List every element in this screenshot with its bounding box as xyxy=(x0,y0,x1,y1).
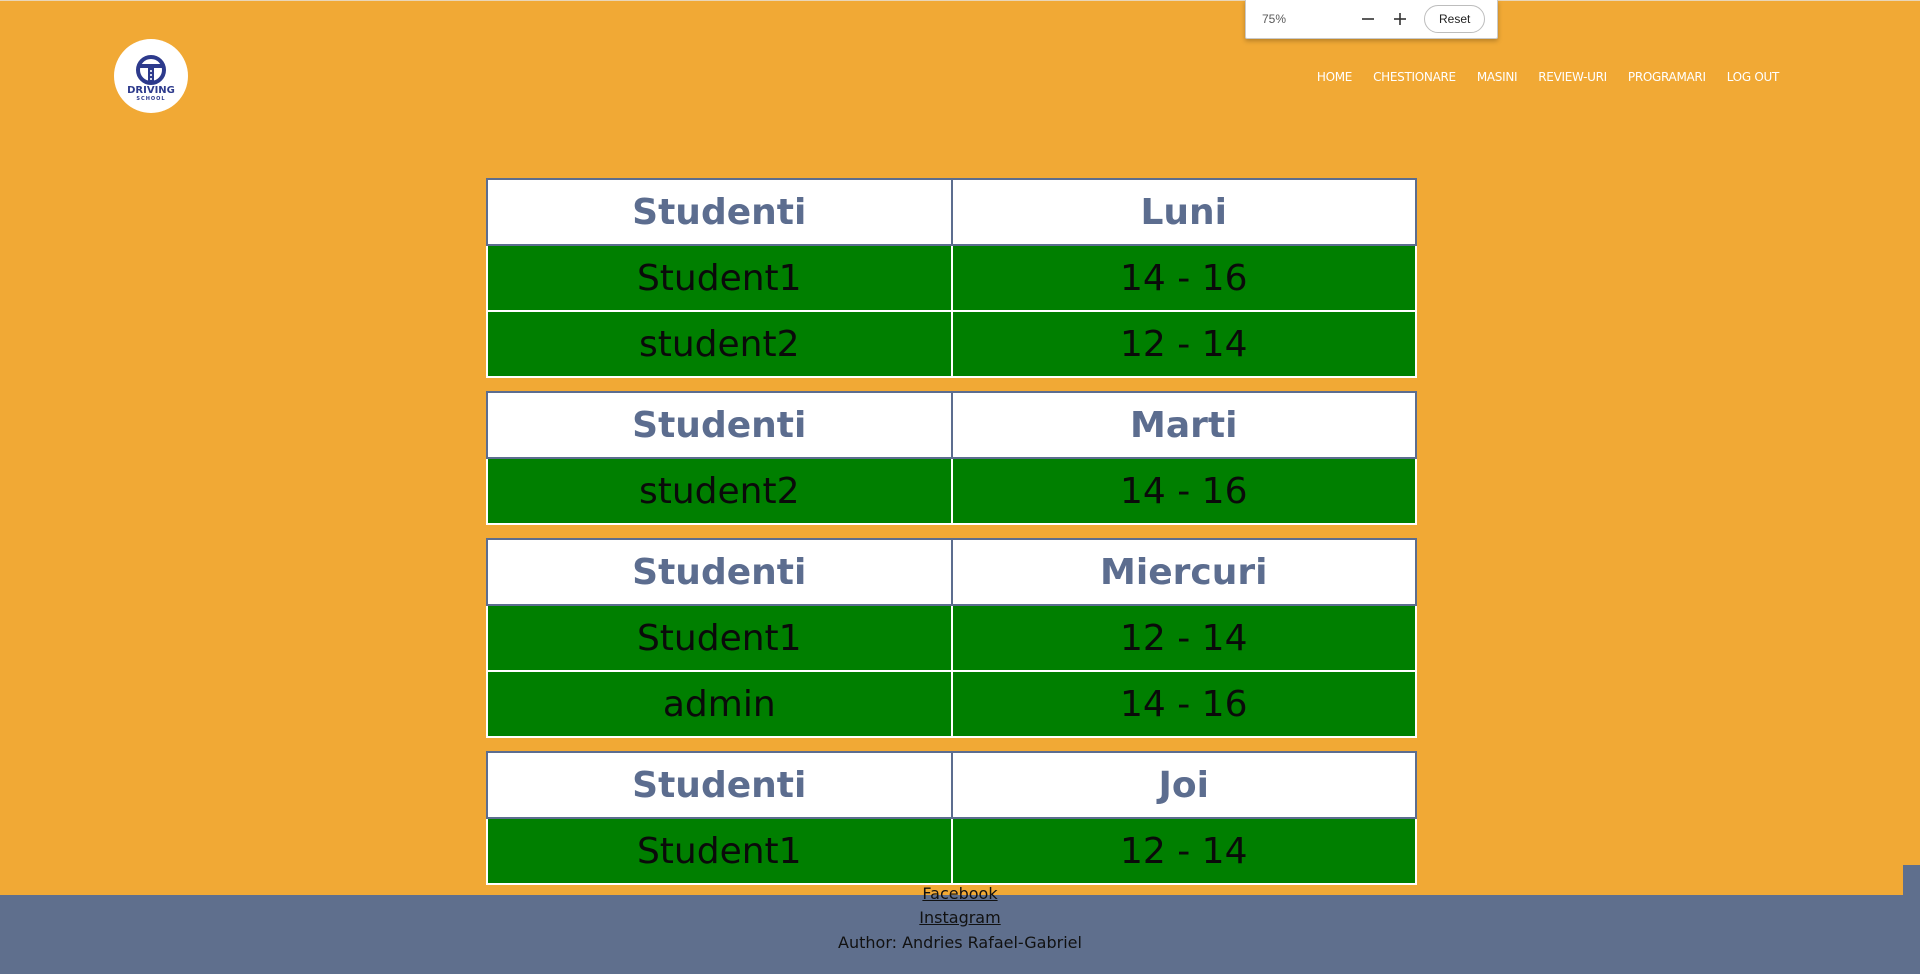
table-header-row: Studenti Marti xyxy=(486,391,1417,459)
schedule-table-luni: Studenti Luni Student1 14 - 16 student2 … xyxy=(486,178,1417,378)
author-credit: Author: Andries Rafael-Gabriel xyxy=(838,933,1082,952)
main-nav: HOME CHESTIONARE MASINI REVIEW-URI PROGR… xyxy=(1296,70,1779,84)
zoom-reset-button[interactable]: Reset xyxy=(1424,5,1486,33)
instagram-link[interactable]: Instagram xyxy=(0,905,1920,930)
cell-student: admin xyxy=(486,670,953,738)
zoom-out-button[interactable] xyxy=(1352,3,1384,35)
facebook-link[interactable]: Facebook xyxy=(0,881,1920,906)
table-header-row: Studenti Joi xyxy=(486,751,1417,819)
zoom-popup: 75% Reset xyxy=(1245,0,1498,39)
header-studenti: Studenti xyxy=(486,178,953,246)
nav-masini[interactable]: MASINI xyxy=(1477,70,1518,84)
header-studenti: Studenti xyxy=(486,751,953,819)
header-day: Luni xyxy=(950,178,1417,246)
cell-interval: 12 - 14 xyxy=(950,817,1417,885)
zoom-in-button[interactable] xyxy=(1384,3,1416,35)
plus-icon xyxy=(1394,13,1406,25)
table-row: Student1 12 - 14 xyxy=(486,817,1417,885)
table-row: Student1 12 - 14 xyxy=(486,604,1417,672)
header-day: Marti xyxy=(950,391,1417,459)
cell-interval: 14 - 16 xyxy=(950,244,1417,312)
cell-student: student2 xyxy=(486,457,953,525)
table-header-row: Studenti Luni xyxy=(486,178,1417,246)
nav-programari[interactable]: PROGRAMARI xyxy=(1628,70,1706,84)
table-row: Student1 14 - 16 xyxy=(486,244,1417,312)
header-day: Miercuri xyxy=(950,538,1417,606)
site-footer: Facebook Instagram Author: Andries Rafae… xyxy=(0,884,1920,974)
schedule-table-miercuri: Studenti Miercuri Student1 12 - 14 admin… xyxy=(486,538,1417,738)
cell-student: Student1 xyxy=(486,817,953,885)
page-content: DRIVING SCHOOL HOME CHESTIONARE MASINI R… xyxy=(0,0,1920,895)
cell-interval: 14 - 16 xyxy=(950,457,1417,525)
cell-interval: 12 - 14 xyxy=(950,310,1417,378)
site-logo[interactable]: DRIVING SCHOOL xyxy=(114,39,188,113)
schedule-table-joi: Studenti Joi Student1 12 - 14 xyxy=(486,751,1417,885)
nav-home[interactable]: HOME xyxy=(1317,70,1353,84)
logo-title: DRIVING xyxy=(127,84,175,96)
zoom-level: 75% xyxy=(1262,12,1287,26)
nav-log-out[interactable]: LOG OUT xyxy=(1727,70,1780,84)
table-row: student2 12 - 14 xyxy=(486,310,1417,378)
minus-icon xyxy=(1362,18,1374,20)
header-studenti: Studenti xyxy=(486,391,953,459)
cell-interval: 12 - 14 xyxy=(950,604,1417,672)
cell-interval: 14 - 16 xyxy=(950,670,1417,738)
cell-student: Student1 xyxy=(486,244,953,312)
header-day: Joi xyxy=(950,751,1417,819)
nav-review-uri[interactable]: REVIEW-URI xyxy=(1538,70,1607,84)
table-header-row: Studenti Miercuri xyxy=(486,538,1417,606)
cell-student: student2 xyxy=(486,310,953,378)
steering-wheel-icon xyxy=(136,54,166,85)
schedule-tables: Studenti Luni Student1 14 - 16 student2 … xyxy=(486,178,1417,895)
cell-student: Student1 xyxy=(486,604,953,672)
header-studenti: Studenti xyxy=(486,538,953,606)
nav-chestionare[interactable]: CHESTIONARE xyxy=(1373,70,1456,84)
logo-subtitle: SCHOOL xyxy=(136,95,166,102)
table-row: student2 14 - 16 xyxy=(486,457,1417,525)
table-row: admin 14 - 16 xyxy=(486,670,1417,738)
schedule-table-marti: Studenti Marti student2 14 - 16 xyxy=(486,391,1417,525)
